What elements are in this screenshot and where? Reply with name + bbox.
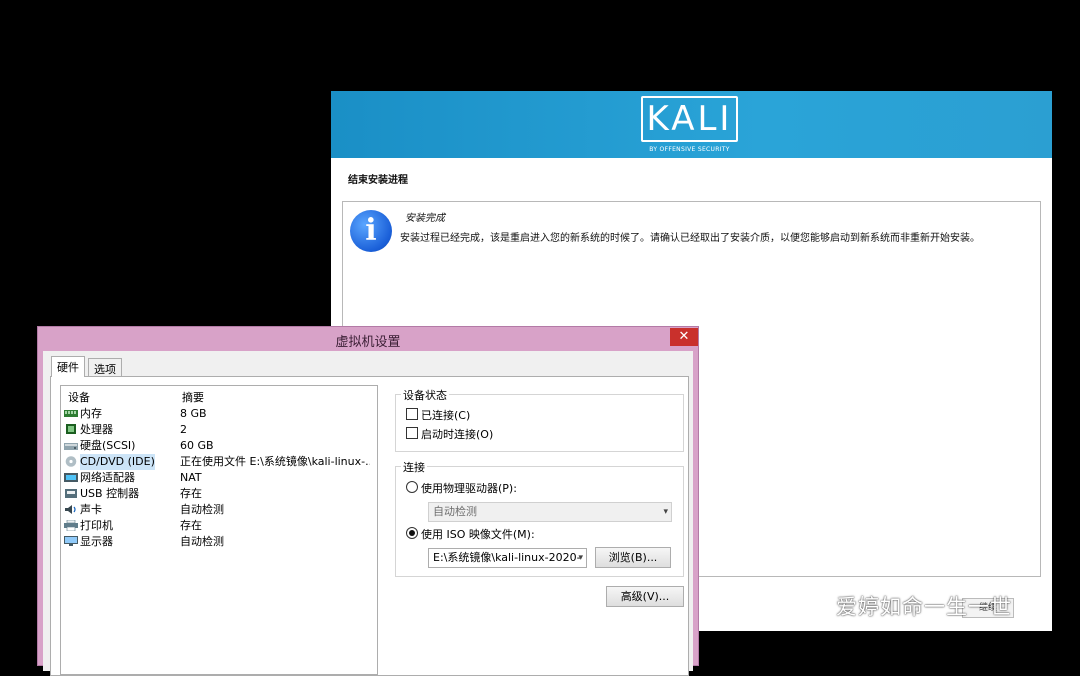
device-row-printer[interactable]: 打印机 存在: [64, 518, 374, 534]
kali-logo: KALI BY OFFENSIVE SECURITY: [641, 96, 742, 156]
physical-drive-label: 使用物理驱动器(P):: [421, 482, 517, 495]
device-name: 硬盘(SCSI): [80, 439, 136, 452]
tab-hardware[interactable]: 硬件: [51, 356, 85, 377]
device-status-group: 设备状态 已连接(C) 启动时连接(O): [395, 387, 684, 452]
dialog-title: 虚拟机设置: [335, 335, 401, 350]
info-heading: 安装完成: [405, 213, 445, 224]
device-name: 网络适配器: [80, 471, 135, 484]
device-list[interactable]: 设备 摘要 内存 8 GB 处理器 2 硬盘(SCSI) 60 GB CD/DV…: [60, 385, 378, 675]
device-row-usb[interactable]: USB 控制器 存在: [64, 486, 374, 502]
radio-indicator[interactable]: [406, 527, 418, 539]
device-name: 显示器: [80, 535, 113, 548]
device-summary: 60 GB: [180, 439, 214, 452]
close-icon: ✕: [678, 329, 690, 344]
summary-column-header[interactable]: 摘要: [182, 389, 204, 405]
watermark-text: 爱婷如命一生一世: [836, 595, 1012, 619]
iso-path-value: E:\系统镜像\kali-linux-2020-: [433, 551, 581, 564]
chevron-down-icon: ▾: [578, 553, 583, 563]
device-summary: 正在使用文件 E:\系统镜像\kali-linux-...: [180, 455, 370, 468]
device-summary: NAT: [180, 471, 202, 484]
dialog-client-area: 硬件 选项 设备 摘要 内存 8 GB 处理器 2 硬盘(SCSI) 60 GB…: [43, 351, 693, 676]
cd-dvd-icon: [65, 456, 77, 467]
info-message: 安装过程已经完成，该是重启进入您的新系统的时候了。请确认已经取出了安装介质，以便…: [400, 233, 980, 244]
vm-settings-dialog: 虚拟机设置 ✕ 硬件 选项 设备 摘要 内存 8 GB 处理器 2 硬盘(SCS…: [37, 326, 699, 676]
physical-drive-value: 自动检测: [433, 505, 477, 518]
physical-drive-select[interactable]: 自动检测 ▾: [428, 502, 672, 522]
device-name: 处理器: [80, 423, 113, 436]
kali-logo-subtitle: BY OFFENSIVE SECURITY: [649, 146, 730, 153]
memory-icon: [64, 410, 78, 417]
connection-label: 连接: [401, 459, 427, 475]
device-row-memory[interactable]: 内存 8 GB: [64, 406, 374, 422]
printer-icon: [64, 520, 78, 531]
checkbox-box[interactable]: [406, 408, 418, 420]
chevron-down-icon: ▾: [663, 507, 668, 517]
device-row-sound-card[interactable]: 声卡 自动检测: [64, 502, 374, 518]
physical-drive-radio[interactable]: 使用物理驱动器(P):: [406, 480, 517, 496]
device-column-header[interactable]: 设备: [68, 389, 90, 405]
connection-group: 连接 使用物理驱动器(P): 自动检测 ▾ 使用 ISO 映像文件(M): E:…: [395, 459, 684, 577]
device-summary: 8 GB: [180, 407, 207, 420]
wechat-icon: [789, 593, 825, 621]
hardware-tab-panel: 设备 摘要 内存 8 GB 处理器 2 硬盘(SCSI) 60 GB CD/DV…: [50, 376, 689, 676]
watermark: 爱婷如命一生一世: [788, 588, 1050, 628]
device-status-label: 设备状态: [401, 387, 449, 403]
device-row-hard-disk[interactable]: 硬盘(SCSI) 60 GB: [64, 438, 374, 454]
kali-header-banner: KALI BY OFFENSIVE SECURITY: [331, 91, 1052, 158]
device-name: 声卡: [80, 503, 102, 516]
iso-image-radio[interactable]: 使用 ISO 映像文件(M):: [406, 526, 535, 542]
device-name: 内存: [80, 407, 102, 420]
device-row-display[interactable]: 显示器 自动检测: [64, 534, 374, 550]
connect-at-power-on-label: 启动时连接(O): [421, 428, 494, 441]
device-name: CD/DVD (IDE): [80, 454, 155, 470]
close-button[interactable]: ✕: [670, 328, 698, 346]
processor-icon: [66, 424, 76, 434]
iso-image-label: 使用 ISO 映像文件(M):: [421, 528, 535, 541]
usb-icon: [65, 489, 77, 498]
radio-indicator[interactable]: [406, 481, 418, 493]
connected-checkbox[interactable]: 已连接(C): [406, 407, 470, 423]
checkbox-box[interactable]: [406, 427, 418, 439]
dialog-titlebar[interactable]: 虚拟机设置 ✕: [38, 327, 698, 350]
device-summary: 存在: [180, 487, 202, 500]
browse-button[interactable]: 浏览(B)...: [595, 547, 671, 568]
device-summary: 2: [180, 423, 187, 436]
device-summary: 存在: [180, 519, 202, 532]
tab-options[interactable]: 选项: [88, 358, 122, 377]
hard-disk-icon: [64, 443, 78, 450]
device-row-processor[interactable]: 处理器 2: [64, 422, 374, 438]
iso-path-combobox[interactable]: E:\系统镜像\kali-linux-2020- ▾: [428, 548, 587, 568]
connected-label: 已连接(C): [421, 409, 471, 422]
network-adapter-icon: [64, 473, 78, 482]
device-summary: 自动检测: [180, 503, 224, 516]
device-summary: 自动检测: [180, 535, 224, 548]
connect-at-power-on-checkbox[interactable]: 启动时连接(O): [406, 426, 493, 442]
advanced-button[interactable]: 高级(V)...: [606, 586, 684, 607]
device-row-network-adapter[interactable]: 网络适配器 NAT: [64, 470, 374, 486]
info-icon: i: [350, 210, 392, 252]
display-icon: [64, 536, 78, 546]
kali-logo-text: KALI: [646, 99, 733, 139]
sound-card-icon: [65, 505, 76, 514]
device-row-cd-dvd[interactable]: CD/DVD (IDE) 正在使用文件 E:\系统镜像\kali-linux-.…: [64, 454, 374, 470]
device-name: 打印机: [80, 519, 113, 532]
installer-step-title: 结束安装进程: [348, 175, 408, 186]
device-name: USB 控制器: [80, 487, 140, 500]
